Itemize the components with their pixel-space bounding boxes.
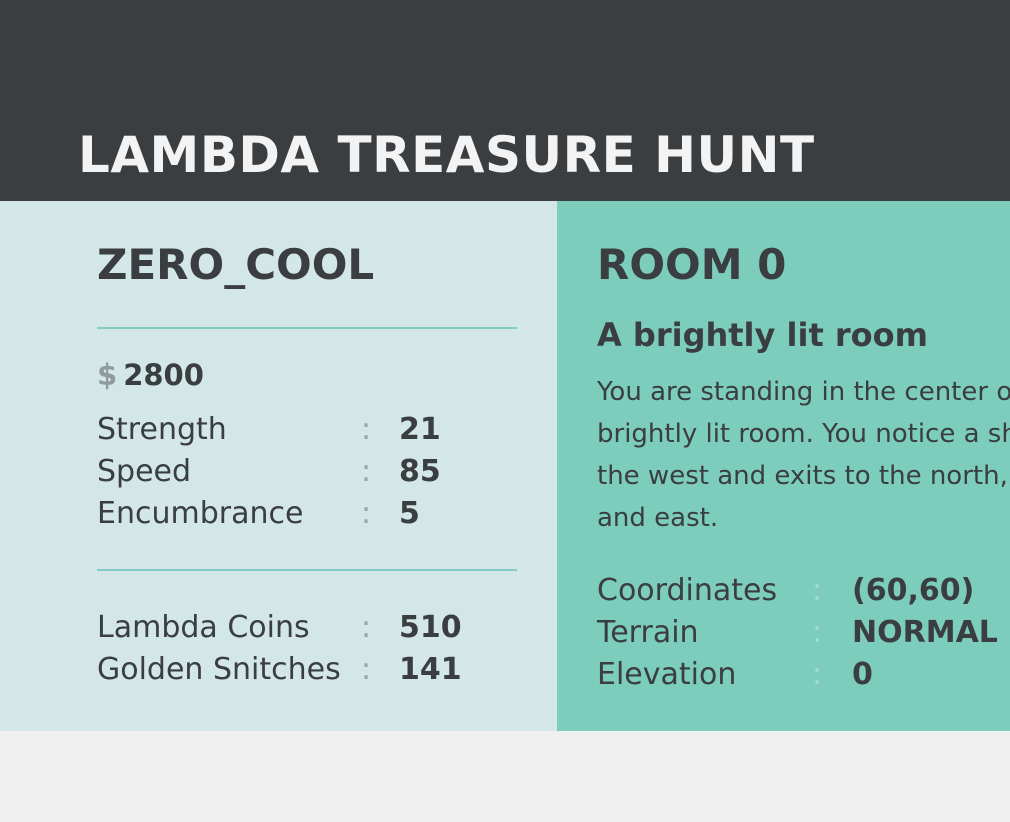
- room-panel: ROOM 0 A brightly lit room You are stand…: [557, 201, 1010, 731]
- stat-separator: :: [361, 454, 372, 489]
- room-detail-label: Coordinates: [597, 573, 778, 608]
- stat-value: 141: [399, 652, 462, 687]
- room-detail-separator: :: [812, 573, 823, 608]
- room-description: You are standing in the center of a brig…: [597, 377, 1010, 533]
- stat-value: 510: [399, 610, 462, 645]
- stat-label: Encumbrance: [97, 496, 304, 531]
- room-detail-value: 0: [852, 657, 873, 692]
- app-header: LAMBDA TREASURE HUNT: [0, 0, 1010, 201]
- stat-value: 21: [399, 412, 441, 447]
- player-name: ZERO_COOL: [97, 240, 375, 289]
- gold-value: 2800: [123, 358, 204, 392]
- stat-value: 5: [399, 496, 420, 531]
- stat-label: Golden Snitches: [97, 652, 341, 687]
- room-detail-label: Elevation: [597, 657, 737, 692]
- room-detail-separator: :: [812, 615, 823, 650]
- room-detail-value: NORMAL: [852, 615, 998, 650]
- divider: [97, 569, 517, 571]
- app-title: LAMBDA TREASURE HUNT: [78, 126, 815, 184]
- stat-separator: :: [361, 610, 372, 645]
- stat-label: Lambda Coins: [97, 610, 310, 645]
- stat-label: Speed: [97, 454, 192, 489]
- stat-row-lambda-coins: Lambda Coins : 510: [97, 607, 537, 649]
- stat-label: Strength: [97, 412, 227, 447]
- player-panel: ZERO_COOL $2800 Strength : 21 Speed : 85…: [0, 201, 557, 731]
- stat-separator: :: [361, 412, 372, 447]
- room-detail-value: (60,60): [852, 573, 975, 608]
- room-detail-separator: :: [812, 657, 823, 692]
- room-title: ROOM 0: [597, 240, 787, 289]
- stat-row-strength: Strength : 21: [97, 409, 537, 451]
- stat-row-speed: Speed : 85: [97, 451, 537, 493]
- stat-separator: :: [361, 652, 372, 687]
- room-row-coordinates: Coordinates : (60,60): [597, 570, 1010, 612]
- stat-separator: :: [361, 496, 372, 531]
- dollar-icon: $: [97, 358, 118, 392]
- room-subtitle: A brightly lit room: [597, 316, 928, 354]
- stat-row-golden-snitches: Golden Snitches : 141: [97, 649, 537, 691]
- room-row-terrain: Terrain : NORMAL: [597, 612, 1010, 654]
- stat-value: 85: [399, 454, 441, 489]
- room-row-elevation: Elevation : 0: [597, 654, 1010, 696]
- room-detail-label: Terrain: [597, 615, 699, 650]
- stat-row-encumbrance: Encumbrance : 5: [97, 493, 537, 535]
- divider: [97, 327, 517, 329]
- gold-balance: $2800: [97, 357, 204, 393]
